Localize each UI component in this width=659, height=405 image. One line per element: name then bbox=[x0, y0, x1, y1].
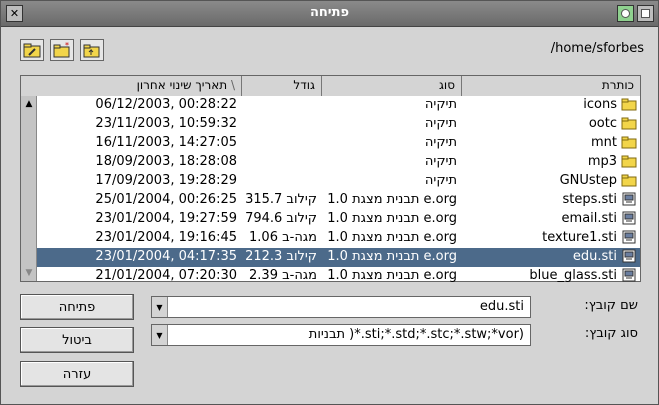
file-type: תבנית מצגת 1.0 e.org bbox=[327, 268, 457, 283]
file-size: 2.39 מגה-ב bbox=[249, 268, 317, 283]
file-type: תבנית מצגת 1.0 e.org bbox=[327, 192, 457, 207]
file-type: תיקיה bbox=[424, 173, 457, 188]
file-type: תיקיה bbox=[424, 116, 457, 131]
file-name: mp3 bbox=[587, 154, 617, 169]
title-bar[interactable]: ✕ פתיחה bbox=[1, 1, 658, 27]
scroll-down-icon[interactable]: ▼ bbox=[21, 265, 37, 281]
template-file-icon bbox=[621, 268, 639, 286]
vertical-scrollbar[interactable]: ▲ ▼ bbox=[21, 96, 37, 281]
file-name: icons bbox=[583, 97, 617, 112]
template-file-icon bbox=[621, 192, 639, 210]
maximize-button[interactable] bbox=[637, 5, 654, 22]
maximize-icon bbox=[641, 9, 650, 18]
file-date: 06/12/2003, 00:28:22 bbox=[95, 97, 237, 112]
file-name: mnt bbox=[591, 135, 617, 150]
file-size: 794.6 קילוב bbox=[245, 211, 317, 226]
table-row[interactable]: 06/12/2003, 00:28:22 תיקיה icons bbox=[21, 96, 640, 115]
file-date: 23/11/2003, 10:59:32 bbox=[95, 116, 237, 131]
column-type[interactable]: סוג bbox=[321, 76, 461, 96]
file-size bbox=[241, 97, 321, 115]
template-file-icon bbox=[621, 249, 639, 267]
table-row[interactable]: 21/01/2004, 07:20:30 2.39 מגה-ב תבנית מצגת… bbox=[21, 267, 640, 286]
table-row[interactable]: 17/09/2003, 19:28:29 תיקיה GNUstep bbox=[21, 172, 640, 191]
file-list[interactable]: \ תאריך שינוי אחרון גודל סוג כותרת 06/12… bbox=[20, 75, 641, 283]
file-size bbox=[241, 173, 321, 191]
template-file-icon bbox=[621, 211, 639, 229]
up-folder-icon bbox=[83, 44, 100, 58]
table-row[interactable]: 18/09/2003, 18:28:08 תיקיה mp3 bbox=[21, 153, 640, 172]
file-date: 16/11/2003, 14:27:05 bbox=[95, 135, 237, 150]
up-folder-button[interactable] bbox=[80, 39, 104, 61]
folder-icon bbox=[621, 173, 639, 191]
file-size bbox=[241, 116, 321, 134]
file-date: 17/09/2003, 19:28:29 bbox=[95, 173, 237, 188]
file-name: steps.sti bbox=[562, 192, 617, 207]
folder-icon bbox=[621, 135, 639, 153]
new-folder-button[interactable]: * bbox=[50, 39, 74, 61]
filetype-select[interactable]: ▼ תבניות )*.sti;*.std;*.stc;*.stw;*vor) bbox=[151, 324, 531, 346]
current-path: /home/sforbes bbox=[550, 41, 644, 56]
column-name[interactable]: כותרת bbox=[461, 76, 640, 96]
file-date: 23/01/2004, 19:16:45 bbox=[95, 230, 237, 245]
file-type: תיקיה bbox=[424, 154, 457, 169]
chevron-down-icon[interactable]: ▼ bbox=[152, 325, 168, 345]
list-rows: 06/12/2003, 00:28:22 תיקיה icons 23/11/2003… bbox=[21, 96, 640, 283]
file-name: texture1.sti bbox=[542, 230, 617, 245]
filetype-value: תבניות )*.sti;*.std;*.stc;*.stw;*vor) bbox=[308, 327, 524, 342]
window-title: פתיחה bbox=[309, 5, 350, 20]
file-type: תבנית מצגת 1.0 e.org bbox=[327, 249, 457, 264]
file-name: blue_glass.sti bbox=[529, 268, 617, 283]
table-row[interactable]: 25/01/2004, 00:26:25 315.7 קילוב תבנית מצג… bbox=[21, 191, 640, 210]
go-home-icon bbox=[23, 43, 41, 58]
filetype-label: סוג קובץ: bbox=[584, 326, 638, 341]
file-size: 315.7 קילוב bbox=[245, 192, 317, 207]
table-row[interactable]: 23/01/2004, 19:27:59 794.6 קילוב תבנית מצג… bbox=[21, 210, 640, 229]
file-type: תיקיה bbox=[424, 97, 457, 112]
filename-label: שם קובץ: bbox=[584, 298, 638, 313]
file-size: 1.06 מגה-ב bbox=[249, 230, 317, 245]
column-date[interactable]: \ תאריך שינוי אחרון bbox=[21, 76, 241, 96]
template-file-icon bbox=[621, 230, 639, 248]
folder-icon bbox=[621, 97, 639, 115]
folder-icon bbox=[621, 116, 639, 134]
column-size[interactable]: גודל bbox=[241, 76, 321, 96]
file-date: 23/01/2004, 04:17:35 bbox=[95, 249, 237, 264]
file-size: 212.3 קילוב bbox=[245, 249, 317, 264]
folder-icon bbox=[621, 154, 639, 172]
file-name: email.sti bbox=[561, 211, 617, 226]
table-row[interactable]: 16/11/2003, 14:27:05 תיקיה mnt bbox=[21, 134, 640, 153]
minimize-icon bbox=[621, 9, 630, 18]
file-date: 25/01/2004, 00:26:25 bbox=[95, 192, 237, 207]
help-button[interactable]: עזרה bbox=[20, 361, 134, 387]
cancel-button[interactable]: ביטול bbox=[20, 327, 134, 353]
file-name: GNUstep bbox=[559, 173, 617, 188]
home-button[interactable] bbox=[20, 39, 44, 61]
new-folder-icon: * bbox=[53, 42, 70, 58]
file-name: edu.sti bbox=[572, 249, 617, 264]
open-button[interactable]: פתיחה bbox=[20, 294, 134, 320]
file-type: תבנית מצגת 1.0 e.org bbox=[327, 230, 457, 245]
file-type: תיקיה bbox=[424, 135, 457, 150]
file-size bbox=[241, 135, 321, 153]
file-size bbox=[241, 154, 321, 172]
table-row[interactable]: 23/01/2004, 19:16:45 1.06 מגה-ב תבנית מצגת… bbox=[21, 229, 640, 248]
file-date: 21/01/2004, 07:20:30 bbox=[95, 268, 237, 283]
filename-value: edu.sti bbox=[479, 299, 524, 314]
file-date: 18/09/2003, 18:28:08 bbox=[95, 154, 237, 169]
open-dialog: ✕ פתיחה * /home/sforbes \ תאריך שינוי אח… bbox=[0, 0, 659, 405]
list-header: \ תאריך שינוי אחרון גודל סוג כותרת bbox=[21, 76, 640, 96]
minimize-button[interactable] bbox=[617, 5, 634, 22]
file-type: תבנית מצגת 1.0 e.org bbox=[327, 211, 457, 226]
svg-text:*: * bbox=[65, 42, 69, 50]
table-row[interactable]: 23/01/2004, 04:17:35 212.3 קילוב תבנית מצג… bbox=[21, 248, 640, 267]
chevron-down-icon[interactable]: ▼ bbox=[152, 297, 168, 317]
sort-indicator-icon: \ bbox=[227, 78, 235, 92]
scroll-up-icon[interactable]: ▲ bbox=[21, 96, 37, 112]
file-date: 23/01/2004, 19:27:59 bbox=[95, 211, 237, 226]
file-name: ootc bbox=[588, 116, 617, 131]
filename-field[interactable]: ▼ edu.sti bbox=[151, 296, 531, 318]
table-row[interactable]: 23/11/2003, 10:59:32 תיקיה ootc bbox=[21, 115, 640, 134]
